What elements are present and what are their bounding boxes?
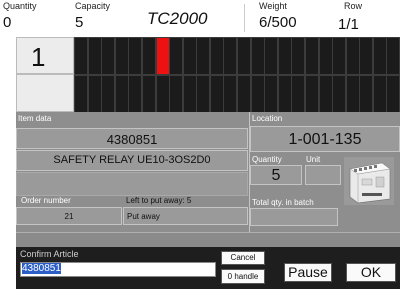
grid-cells bbox=[74, 37, 401, 113]
order-number-field: 21 bbox=[16, 207, 122, 225]
grid-cell[interactable] bbox=[196, 37, 211, 75]
confirm-article-input[interactable]: 4380851 bbox=[20, 262, 216, 277]
grid-cell[interactable] bbox=[87, 74, 102, 113]
grid-cell[interactable] bbox=[87, 37, 102, 75]
grid-cell[interactable] bbox=[359, 74, 374, 113]
grid-cell[interactable] bbox=[332, 37, 347, 75]
status-field: Put away bbox=[123, 207, 248, 225]
grid-cell[interactable] bbox=[169, 37, 184, 75]
grid-cell[interactable] bbox=[74, 74, 88, 113]
grid-cell[interactable] bbox=[318, 37, 333, 75]
grid-cell[interactable] bbox=[304, 37, 319, 75]
compartment-grid: 1 bbox=[16, 37, 401, 113]
grid-cell[interactable] bbox=[237, 74, 251, 113]
location-code-field: 1-001-135 bbox=[250, 126, 400, 152]
ok-button[interactable]: OK bbox=[346, 263, 396, 282]
location-quantity-label: Quantity bbox=[252, 155, 282, 164]
screen: Quantity 0 Capacity 5 TC2000 Weight 6/50… bbox=[0, 0, 402, 289]
row-value: 1/1 bbox=[338, 16, 359, 33]
item-number-field: 4380851 bbox=[16, 128, 248, 149]
grid-cell[interactable] bbox=[101, 74, 116, 113]
confirm-article-value: 4380851 bbox=[22, 263, 61, 274]
row-number-box[interactable]: 1 bbox=[16, 37, 74, 74]
grid-cell[interactable] bbox=[345, 37, 360, 75]
confirm-article-panel: Confirm Article 4380851 Cancel 0 handle … bbox=[16, 247, 400, 289]
location-code: 1-001-135 bbox=[288, 131, 362, 148]
total-qty-field bbox=[250, 208, 338, 226]
grid-cell[interactable] bbox=[128, 37, 143, 75]
order-number: 21 bbox=[64, 212, 74, 221]
grid-cell[interactable] bbox=[304, 74, 319, 113]
grid-cell[interactable] bbox=[372, 74, 387, 113]
left-to-put-away: Left to put away: 5 bbox=[126, 196, 192, 205]
grid-cell[interactable] bbox=[169, 74, 184, 113]
row-number-box-empty bbox=[16, 74, 74, 112]
grid-cell[interactable] bbox=[359, 37, 374, 75]
grid-cell[interactable] bbox=[372, 37, 387, 75]
row-label: Row bbox=[344, 1, 363, 11]
grid-cell[interactable] bbox=[196, 74, 211, 113]
capacity-value: 5 bbox=[75, 14, 84, 31]
weight-label: Weight bbox=[259, 1, 287, 11]
quantity-value: 0 bbox=[3, 14, 12, 31]
details-panel: Item data 4380851 SAFETY RELAY UE10-3OS2… bbox=[16, 112, 400, 232]
grid-cell[interactable] bbox=[209, 74, 224, 113]
grid-cell[interactable] bbox=[114, 74, 129, 113]
grid-cell-highlighted[interactable] bbox=[155, 37, 170, 75]
grid-cell[interactable] bbox=[318, 74, 333, 113]
grid-cell[interactable] bbox=[223, 74, 238, 113]
grid-cell[interactable] bbox=[155, 74, 170, 113]
grid-cell[interactable] bbox=[332, 74, 347, 113]
grid-cell[interactable] bbox=[291, 74, 306, 113]
grid-cell[interactable] bbox=[250, 37, 265, 75]
grid-cell[interactable] bbox=[264, 37, 279, 75]
grid-cell[interactable] bbox=[223, 37, 238, 75]
grid-cell[interactable] bbox=[237, 37, 251, 75]
grid-cell[interactable] bbox=[182, 74, 197, 113]
location-quantity-value: 5 bbox=[271, 167, 281, 184]
product-image bbox=[344, 157, 394, 205]
grid-cell[interactable] bbox=[141, 74, 156, 113]
grid-cell[interactable] bbox=[141, 37, 156, 75]
status-text: Put away bbox=[127, 212, 160, 221]
grid-cell[interactable] bbox=[209, 37, 224, 75]
cancel-button[interactable]: Cancel bbox=[221, 251, 265, 265]
order-number-label: Order number bbox=[21, 196, 71, 205]
pause-button[interactable]: Pause bbox=[284, 263, 332, 282]
item-spacer-field bbox=[16, 172, 248, 196]
grid-cell[interactable] bbox=[264, 74, 279, 113]
grid-cell[interactable] bbox=[182, 37, 197, 75]
header-divider bbox=[244, 4, 245, 32]
grid-cell[interactable] bbox=[386, 74, 401, 113]
grid-cell[interactable] bbox=[277, 37, 292, 75]
unit-field bbox=[305, 165, 341, 185]
weight-value: 6/500 bbox=[259, 14, 297, 31]
header-bar: Quantity 0 Capacity 5 TC2000 Weight 6/50… bbox=[0, 0, 402, 36]
item-data-label: Item data bbox=[18, 114, 52, 123]
confirm-article-label: Confirm Article bbox=[20, 249, 79, 259]
total-qty-label: Total qty. in batch bbox=[252, 198, 314, 207]
row-number: 1 bbox=[31, 42, 46, 72]
grid-cell[interactable] bbox=[277, 74, 292, 113]
grid-cell[interactable] bbox=[114, 37, 129, 75]
item-description-field: SAFETY RELAY UE10-3OS2D0 bbox=[16, 150, 248, 171]
grid-cell[interactable] bbox=[101, 37, 116, 75]
grid-cell[interactable] bbox=[291, 37, 306, 75]
grid-cell[interactable] bbox=[386, 37, 401, 75]
grid-cell[interactable] bbox=[345, 74, 360, 113]
quantity-label: Quantity bbox=[3, 1, 37, 11]
unit-label: Unit bbox=[306, 155, 321, 164]
model-title: TC2000 bbox=[147, 9, 208, 28]
location-label: Location bbox=[252, 114, 283, 123]
grid-cell[interactable] bbox=[250, 74, 265, 113]
item-description: SAFETY RELAY UE10-3OS2D0 bbox=[53, 154, 211, 166]
grid-cell[interactable] bbox=[74, 37, 88, 75]
location-quantity-field: 5 bbox=[250, 165, 302, 185]
capacity-label: Capacity bbox=[75, 1, 111, 11]
item-number: 4380851 bbox=[106, 132, 158, 147]
grid-cell[interactable] bbox=[128, 74, 143, 113]
handle-button[interactable]: 0 handle bbox=[221, 269, 265, 284]
status-bar bbox=[16, 232, 400, 248]
